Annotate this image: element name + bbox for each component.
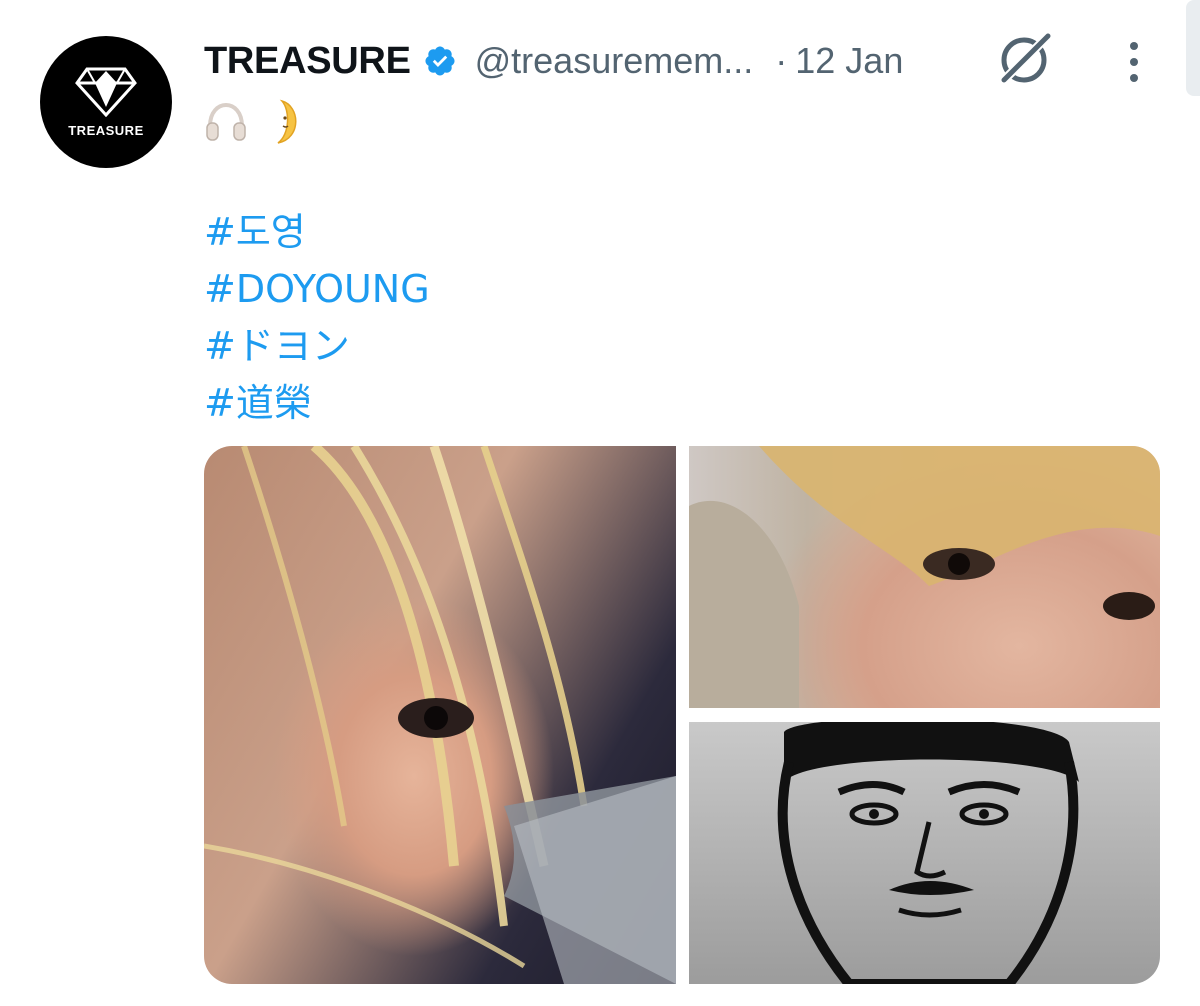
media-photo-3[interactable] (689, 722, 1160, 984)
tweet-text: #도영 #DOYOUNG #ドヨン #道榮 (204, 204, 430, 432)
eyes-selfie-illustration (689, 446, 1160, 708)
treasure-logo-icon (75, 67, 137, 117)
media-photo-1[interactable] (204, 446, 676, 984)
separator-dot: · (775, 40, 788, 81)
tweet-emoji-row (204, 96, 304, 148)
tweet[interactable]: TREASURE TREASURE @treasuremem... · 12 J… (0, 0, 1200, 1006)
grok-icon[interactable] (996, 30, 1056, 86)
crescent-moon-emoji (277, 99, 297, 144)
selfie-illustration (204, 446, 676, 984)
next-panel-edge (1186, 0, 1200, 96)
media-photo-2[interactable] (689, 446, 1160, 708)
more-vertical-icon[interactable] (1124, 40, 1144, 84)
timestamp[interactable]: 12 Jan (795, 40, 903, 82)
hashtag-link[interactable]: #DOYOUNG (204, 261, 430, 318)
verified-badge-icon[interactable] (423, 44, 457, 78)
ink-sketch-illustration (777, 722, 1079, 984)
hashtag-link[interactable]: #ドヨン (204, 318, 430, 375)
hashtag-link[interactable]: #도영 (204, 204, 430, 261)
avatar[interactable]: TREASURE (40, 36, 172, 168)
tweet-header: TREASURE @treasuremem... · 12 Jan (204, 36, 903, 86)
avatar-logo-text: TREASURE (68, 122, 144, 138)
user-handle[interactable]: @treasuremem... (475, 40, 754, 82)
media-grid (204, 446, 1160, 984)
hashtag-link[interactable]: #道榮 (204, 375, 430, 432)
display-name[interactable]: TREASURE (204, 40, 411, 83)
headphone-emoji (206, 102, 246, 141)
